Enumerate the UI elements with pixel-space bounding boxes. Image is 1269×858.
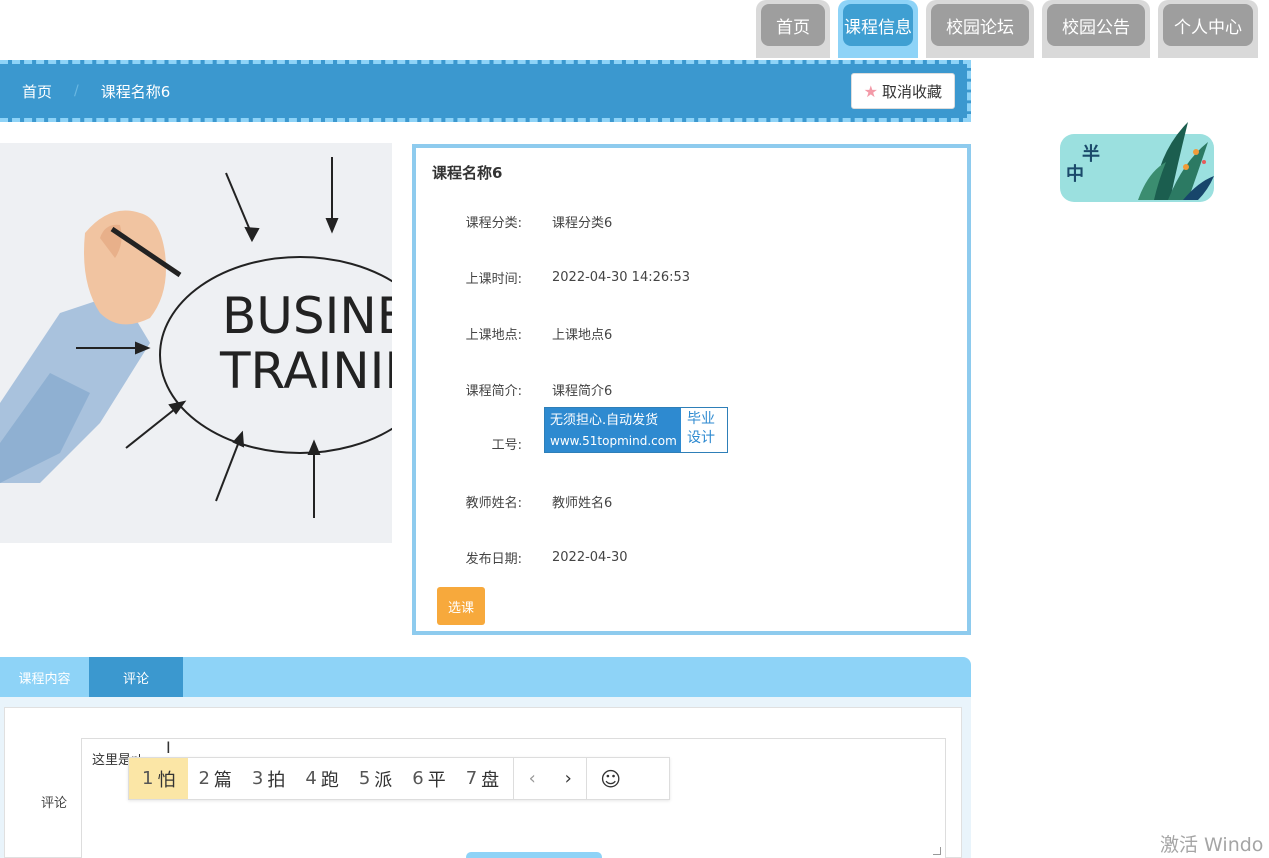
badge-line1: 无须担心.自动发货 — [550, 413, 659, 428]
field-value: 教师姓名6 — [552, 495, 613, 511]
nav-tab-label: 课程信息 — [843, 4, 913, 46]
ime-candidate-char: 派 — [374, 769, 393, 791]
course-image: BUSINES TRAININ — [0, 143, 392, 543]
watermark-badge: 无须担心.自动发货 www.51topmind.com 毕业设计 — [544, 407, 728, 453]
business-training-illustration: BUSINES TRAININ — [0, 143, 392, 543]
unfavorite-button[interactable]: ★ 取消收藏 — [850, 73, 955, 109]
field-intro: 课程简介: 课程简介6 — [416, 374, 967, 404]
tab-comment[interactable]: 评论 — [89, 657, 183, 697]
nav-tab-label: 校园论坛 — [931, 4, 1029, 46]
ime-candidate-char: 跑 — [320, 769, 339, 791]
submit-button-partial[interactable] — [466, 852, 602, 858]
field-value: 2022-04-30 14:26:53 — [552, 269, 691, 285]
select-course-button[interactable]: 选课 — [437, 587, 485, 625]
ime-candidate-char: 拍 — [267, 769, 286, 791]
ime-candidate-char: 盘 — [481, 769, 500, 791]
field-location: 上课地点: 上课地点6 — [416, 318, 967, 348]
ime-candidate-number: 4 — [305, 768, 317, 789]
field-teacher-name: 教师姓名: 教师姓名6 — [416, 486, 967, 516]
ime-prev-page-icon[interactable]: ‹ — [514, 768, 550, 789]
field-publish-date: 发布日期: 2022-04-30 — [416, 542, 967, 572]
site-logo: 半 中 — [1058, 112, 1216, 204]
content-tabs: 课程内容 评论 — [0, 657, 971, 697]
resize-handle-icon[interactable] — [933, 847, 941, 855]
field-label: 课程简介: — [465, 383, 522, 399]
ime-candidate-number: 5 — [358, 768, 371, 789]
ime-candidate-number: 3 — [251, 768, 264, 789]
ime-candidate[interactable]: 2篇 — [188, 758, 241, 799]
nav-tab-course-info[interactable]: 课程信息 — [838, 0, 918, 58]
ime-next-page-icon[interactable]: › — [550, 768, 586, 789]
ime-candidate-bar: 1怕 2篇 3拍 4跑 5派 6平 7盘 ‹ › ☺ — [128, 757, 670, 800]
nav-tab-label: 首页 — [761, 4, 825, 46]
field-label: 课程分类: — [465, 215, 522, 231]
windows-activation-watermark: 激活 Windo — [1160, 834, 1264, 856]
ime-candidate-number: 1 — [142, 768, 154, 789]
badge-right: 毕业设计 — [681, 408, 727, 452]
field-label: 工号: — [491, 438, 522, 453]
nav-tab-home[interactable]: 首页 — [756, 0, 830, 58]
ime-candidate-char: 平 — [427, 769, 446, 791]
ime-candidate-number: 7 — [465, 768, 478, 789]
breadcrumb-bar: 首页 / 课程名称6 ★ 取消收藏 — [0, 60, 971, 122]
ime-candidate-number: 2 — [198, 768, 210, 789]
field-value: 2022-04-30 — [552, 549, 628, 565]
field-label: 上课地点: — [465, 327, 522, 343]
ime-candidate-char: 篇 — [213, 769, 232, 791]
ime-candidate[interactable]: 4跑 — [295, 758, 348, 799]
field-label: 上课时间: — [465, 271, 522, 287]
logo-text-2: 中 — [1066, 163, 1084, 185]
image-text-line2: TRAININ — [219, 342, 392, 400]
nav-tab-personal[interactable]: 个人中心 — [1158, 0, 1258, 58]
ime-candidate[interactable]: 3拍 — [242, 758, 295, 799]
course-title: 课程名称6 — [432, 164, 503, 182]
field-category: 课程分类: 课程分类6 — [416, 206, 967, 236]
field-value: 上课地点6 — [552, 327, 613, 343]
nav-tab-label: 个人中心 — [1163, 4, 1253, 46]
comment-label: 评论 — [41, 796, 68, 811]
ime-emoji-icon[interactable]: ☺ — [586, 758, 634, 799]
field-value: 课程分类6 — [552, 215, 613, 231]
badge-url: www.51topmind.com — [550, 434, 677, 448]
ime-candidate[interactable]: 1怕 — [129, 758, 189, 799]
tab-course-content[interactable]: 课程内容 — [0, 657, 89, 697]
ime-candidate[interactable]: 5派 — [349, 758, 402, 799]
unfavorite-button-label: 取消收藏 — [881, 82, 942, 101]
field-class-time: 上课时间: 2022-04-30 14:26:53 — [416, 262, 967, 292]
star-icon: ★ — [863, 81, 878, 101]
breadcrumb-separator: / — [74, 83, 79, 99]
image-text-line1: BUSINES — [222, 287, 392, 345]
field-staff-id: 工号: 无须担心.自动发货 www.51topmind.com 毕业设计 — [416, 407, 967, 453]
nav-tab-forum[interactable]: 校园论坛 — [926, 0, 1034, 58]
ime-candidate[interactable]: 7盘 — [456, 758, 509, 799]
breadcrumb-home-link[interactable]: 首页 — [22, 81, 52, 102]
nav-tab-label: 校园公告 — [1047, 4, 1145, 46]
badge-left: 无须担心.自动发货 www.51topmind.com — [545, 408, 681, 452]
field-label: 教师姓名: — [465, 495, 522, 511]
ime-candidate-number: 6 — [412, 768, 424, 789]
ime-candidate[interactable]: 6平 — [402, 758, 455, 799]
breadcrumb-current: 课程名称6 — [100, 82, 171, 101]
ibeam-cursor-icon: I — [166, 738, 171, 757]
field-value: 课程简介6 — [552, 383, 613, 399]
course-detail-panel: 课程名称6 课程分类: 课程分类6 上课时间: 2022-04-30 14:26… — [412, 144, 971, 635]
top-nav: 首页 课程信息 校园论坛 校园公告 个人中心 — [756, 0, 1258, 58]
field-label: 发布日期: — [465, 551, 522, 567]
nav-tab-notice[interactable]: 校园公告 — [1042, 0, 1150, 58]
page: 首页 课程信息 校园论坛 校园公告 个人中心 首页 / 课程名称6 ★ 取消收藏… — [0, 0, 1269, 858]
logo-text-1: 半 — [1082, 143, 1100, 165]
ime-candidate-char: 怕 — [157, 769, 176, 791]
